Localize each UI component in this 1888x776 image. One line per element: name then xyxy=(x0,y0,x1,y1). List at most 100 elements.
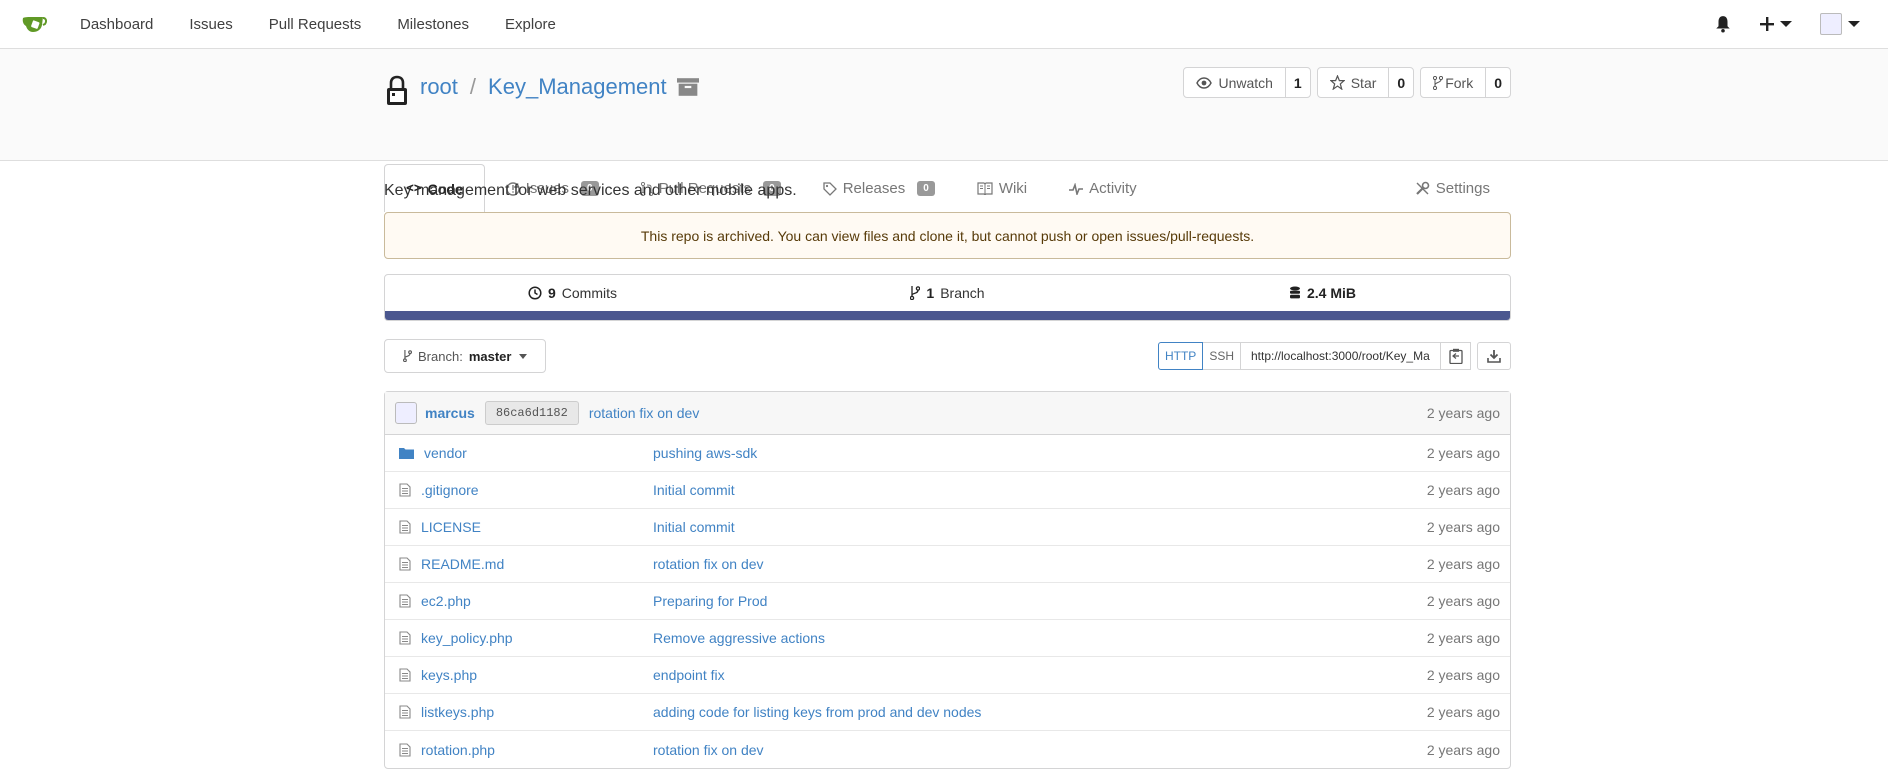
nav-dashboard[interactable]: Dashboard xyxy=(80,16,153,33)
gitea-logo-icon[interactable] xyxy=(20,12,50,36)
commit-sha-button[interactable]: 86ca6d1182 xyxy=(484,401,579,425)
commit-age: 2 years ago xyxy=(1426,405,1500,421)
file-row: keys.php endpoint fix 2 years ago xyxy=(385,657,1510,694)
file-commit-message-link[interactable]: endpoint fix xyxy=(653,667,725,683)
ssh-clone-button[interactable]: SSH xyxy=(1203,342,1241,370)
file-icon xyxy=(399,631,411,645)
file-commit-message-link[interactable]: adding code for listing keys from prod a… xyxy=(653,704,981,720)
file-commit-age: 2 years ago xyxy=(1426,593,1500,609)
fork-button[interactable]: Fork xyxy=(1421,68,1487,97)
star-icon xyxy=(1329,75,1345,90)
star-button[interactable]: Star xyxy=(1318,68,1390,97)
repo-header: root / Key_Management Unwatch 1 Star 0 F… xyxy=(0,49,1888,212)
clipboard-icon xyxy=(1448,348,1463,364)
commit-author-avatar[interactable] xyxy=(395,402,417,424)
download-button[interactable] xyxy=(1477,342,1511,370)
archived-notice: This repo is archived. You can view file… xyxy=(384,212,1511,259)
file-name-link[interactable]: .gitignore xyxy=(421,482,479,498)
chevron-down-icon xyxy=(1848,21,1860,27)
nav-explore[interactable]: Explore xyxy=(505,16,556,33)
file-name-link[interactable]: rotation.php xyxy=(421,742,495,758)
file-row: .gitignore Initial commit 2 years ago xyxy=(385,472,1510,509)
file-commit-message-link[interactable]: pushing aws-sdk xyxy=(653,445,757,461)
file-commit-age: 2 years ago xyxy=(1426,741,1500,758)
file-name-cell: LICENSE xyxy=(399,519,653,535)
file-commit-message-link[interactable]: Initial commit xyxy=(653,519,735,535)
file-name-link[interactable]: vendor xyxy=(424,445,467,461)
star-button-group: Star 0 xyxy=(1316,67,1415,98)
file-name-link[interactable]: ec2.php xyxy=(421,593,471,609)
nav-milestones[interactable]: Milestones xyxy=(397,16,469,33)
file-commit-message-link[interactable]: Remove aggressive actions xyxy=(653,630,825,646)
file-commit-age: 2 years ago xyxy=(1426,667,1500,683)
history-icon xyxy=(528,286,542,300)
commits-stat[interactable]: 9 Commits xyxy=(385,285,760,301)
unwatch-button[interactable]: Unwatch xyxy=(1184,68,1286,97)
file-commit-age: 2 years ago xyxy=(1426,445,1500,461)
commits-count: 9 xyxy=(547,285,556,301)
file-icon xyxy=(399,668,411,682)
database-icon xyxy=(1289,286,1300,299)
file-icon xyxy=(399,557,411,571)
star-count[interactable]: 0 xyxy=(1389,68,1413,97)
branch-dropdown[interactable]: Branch: master xyxy=(384,339,547,373)
file-icon xyxy=(399,520,411,534)
repo-toolbar: Branch: master HTTP SSH xyxy=(384,339,1511,373)
branches-count: 1 xyxy=(926,285,935,301)
chevron-down-icon xyxy=(519,353,528,359)
file-row: LICENSE Initial commit 2 years ago xyxy=(385,509,1510,546)
branch-prefix: Branch: xyxy=(418,348,463,364)
download-icon xyxy=(1487,350,1501,363)
file-name-cell: key_policy.php xyxy=(399,630,653,646)
file-row: vendor pushing aws-sdk 2 years ago xyxy=(385,435,1510,472)
language-bar[interactable] xyxy=(385,311,1510,320)
repo-name-link[interactable]: Key_Management xyxy=(488,74,667,100)
fork-button-group: Fork 0 xyxy=(1420,67,1511,98)
fork-count[interactable]: 0 xyxy=(1486,68,1510,97)
repo-owner-link[interactable]: root xyxy=(420,74,458,100)
file-name-link[interactable]: key_policy.php xyxy=(421,630,513,646)
file-name-link[interactable]: keys.php xyxy=(421,667,477,683)
file-icon xyxy=(399,594,411,608)
fork-icon xyxy=(1433,75,1444,90)
file-commit-age: 2 years ago xyxy=(1426,519,1500,535)
commit-author-link[interactable]: marcus xyxy=(425,405,475,421)
branch-name: master xyxy=(468,348,512,364)
file-name-link[interactable]: README.md xyxy=(421,556,504,572)
file-row: ec2.php Preparing for Prod 2 years ago xyxy=(385,583,1510,620)
file-icon xyxy=(399,705,411,719)
commits-label: Commits xyxy=(561,285,618,301)
unwatch-label: Unwatch xyxy=(1218,74,1273,91)
nav-issues[interactable]: Issues xyxy=(189,16,232,33)
create-new-menu[interactable] xyxy=(1760,17,1792,31)
file-commit-message-link[interactable]: rotation fix on dev xyxy=(653,556,764,572)
file-list: vendor pushing aws-sdk 2 years ago .gitigno… xyxy=(385,435,1510,768)
branch-icon xyxy=(403,350,412,362)
latest-commit-row: marcus 86ca6d1182 rotation fix on dev 2 … xyxy=(385,392,1510,435)
branches-stat[interactable]: 1 Branch xyxy=(760,285,1135,301)
watch-button-group: Unwatch 1 xyxy=(1183,67,1311,98)
copy-url-button[interactable] xyxy=(1441,342,1471,370)
watch-count[interactable]: 1 xyxy=(1286,68,1310,97)
file-row: listkeys.php adding code for listing keys… xyxy=(385,694,1510,731)
file-name-link[interactable]: LICENSE xyxy=(421,519,481,535)
notification-bell-icon[interactable] xyxy=(1714,15,1732,33)
file-commit-message-link[interactable]: Preparing for Prod xyxy=(653,593,767,609)
file-commit-message-link[interactable]: rotation fix on dev xyxy=(653,742,764,758)
file-name-cell: vendor xyxy=(399,445,653,461)
http-clone-button[interactable]: HTTP xyxy=(1157,342,1204,370)
file-commit-message-link[interactable]: Initial commit xyxy=(653,482,735,498)
repo-path-separator: / xyxy=(469,74,477,99)
nav-pull-requests[interactable]: Pull Requests xyxy=(269,16,362,33)
user-menu[interactable] xyxy=(1820,13,1860,35)
folder-icon xyxy=(399,447,414,459)
file-name-cell: rotation.php xyxy=(399,742,653,758)
plus-icon xyxy=(1760,17,1774,31)
file-name-cell: .gitignore xyxy=(399,482,653,498)
file-name-link[interactable]: listkeys.php xyxy=(421,704,494,720)
commit-message-link[interactable]: rotation fix on dev xyxy=(589,405,700,421)
file-icon xyxy=(399,742,411,757)
file-row: rotation.php rotation fix on dev 2 years a… xyxy=(385,731,1510,768)
clone-url-input[interactable] xyxy=(1241,342,1441,370)
eye-icon xyxy=(1196,76,1213,89)
